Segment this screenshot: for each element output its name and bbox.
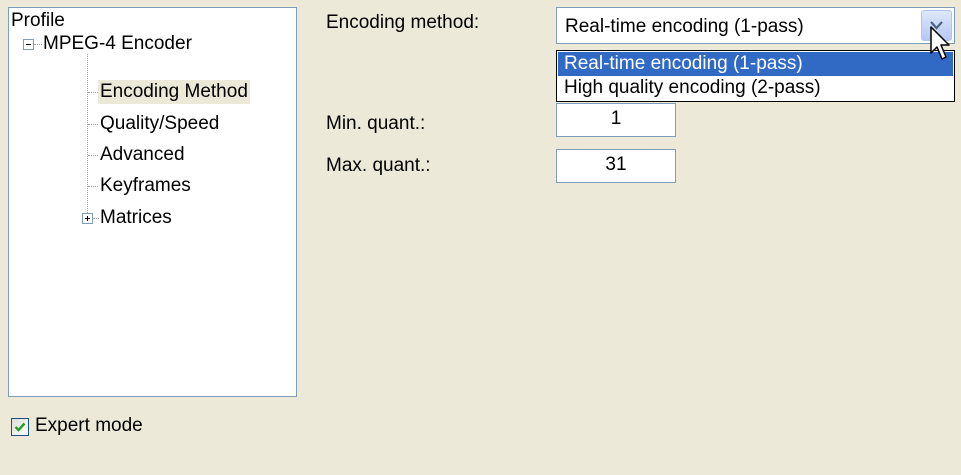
tree-item-quality-speed[interactable]: Quality/Speed <box>98 112 221 136</box>
tree-item-label: Matrices <box>100 207 172 228</box>
tree-item-matrices[interactable]: Matrices <box>98 206 174 230</box>
dropdown-option-realtime[interactable]: Real-time encoding (1-pass) <box>558 52 953 76</box>
tree-item-label: Advanced <box>100 144 185 165</box>
tree-header-label: Profile <box>11 10 65 31</box>
tree-item-encoding-method[interactable]: Encoding Method <box>98 80 250 104</box>
min-quant-input[interactable]: 1 <box>556 103 676 137</box>
tree-item-label: Encoding Method <box>98 80 250 104</box>
mouse-cursor-icon <box>930 26 950 60</box>
tree-item-label: Quality/Speed <box>100 113 220 134</box>
max-quant-label: Max. quant.: <box>326 155 431 176</box>
tree-item-label: Keyframes <box>100 175 191 196</box>
tree-connector <box>88 92 98 93</box>
encoding-method-dropdown-list[interactable]: Real-time encoding (1-pass) High quality… <box>556 50 955 102</box>
encoding-method-combobox[interactable]: Real-time encoding (1-pass) <box>556 7 955 44</box>
min-quant-label: Min. quant.: <box>326 113 426 134</box>
tree-connector <box>88 155 98 156</box>
tree-header-profile: Profile <box>11 9 65 33</box>
collapse-icon[interactable] <box>23 39 34 50</box>
tree-item-label: MPEG-4 Encoder <box>43 33 192 54</box>
tree-connector <box>88 186 98 187</box>
encoding-method-label: Encoding method: <box>326 12 480 33</box>
expert-mode-label[interactable]: Expert mode <box>35 415 143 437</box>
tree-item-keyframes[interactable]: Keyframes <box>98 174 193 198</box>
expert-mode-checkbox[interactable] <box>11 418 29 436</box>
tree-connector <box>88 124 98 125</box>
encoding-method-value: Real-time encoding (1-pass) <box>565 16 804 37</box>
profile-tree[interactable]: Profile MPEG-4 Encoder Encoding Method Q… <box>8 7 297 397</box>
max-quant-input[interactable]: 31 <box>556 149 676 183</box>
tree-item-advanced[interactable]: Advanced <box>98 143 187 167</box>
tree-connector <box>87 54 88 219</box>
checkmark-icon <box>14 422 26 432</box>
dropdown-option-high-quality[interactable]: High quality encoding (2-pass) <box>558 76 953 100</box>
expand-icon[interactable] <box>82 213 93 224</box>
tree-item-mpeg4-encoder[interactable]: MPEG-4 Encoder <box>41 32 194 56</box>
